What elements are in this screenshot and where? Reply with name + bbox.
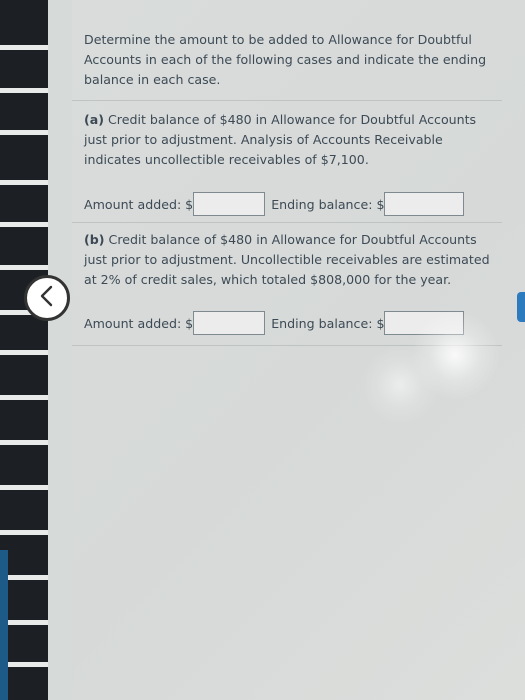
case-a-ending-input[interactable] (384, 192, 465, 216)
case-a-amount-label: Amount added: $ (84, 196, 194, 212)
case-a-amount-input[interactable] (193, 192, 266, 216)
bezel-line (0, 180, 48, 185)
case-b-answer-row: Amount added: $ Ending balance: $ (84, 310, 465, 336)
case-a-body: Credit balance of $480 in Allowance for … (84, 112, 477, 167)
case-a-ending-label: Ending balance: $ (271, 196, 385, 212)
case-b-text: (b) Credit balance of $480 in Allowance … (84, 230, 509, 290)
device-bezel (0, 0, 48, 700)
case-a-text: (a) Credit balance of $480 in Allowance … (84, 110, 509, 170)
case-b-body: Credit balance of $480 in Allowance for … (84, 232, 490, 287)
bezel-line (0, 88, 48, 93)
case-b-amount-input[interactable] (193, 311, 266, 335)
case-b-amount-label: Amount added: $ (84, 315, 194, 331)
bezel-line (0, 395, 48, 400)
screen-glare (360, 345, 440, 425)
bezel-line (0, 45, 48, 50)
case-b-label: (b) (84, 232, 105, 247)
side-tab[interactable] (517, 292, 525, 322)
case-b-ending-label: Ending balance: $ (271, 315, 385, 331)
divider (72, 100, 502, 101)
bezel-strip (0, 550, 8, 700)
bezel-line (0, 350, 48, 355)
bezel-line (0, 485, 48, 490)
bezel-line (0, 530, 48, 535)
chevron-left-icon (38, 285, 56, 311)
case-a-answer-row: Amount added: $ Ending balance: $ (84, 191, 465, 217)
question-intro: Determine the amount to be added to Allo… (84, 32, 487, 87)
bezel-line (0, 222, 48, 227)
bezel-line (0, 265, 48, 270)
case-a-label: (a) (84, 112, 105, 127)
divider (72, 222, 502, 223)
back-button[interactable] (24, 275, 70, 321)
bezel-line (0, 440, 48, 445)
bezel-line (0, 130, 48, 135)
